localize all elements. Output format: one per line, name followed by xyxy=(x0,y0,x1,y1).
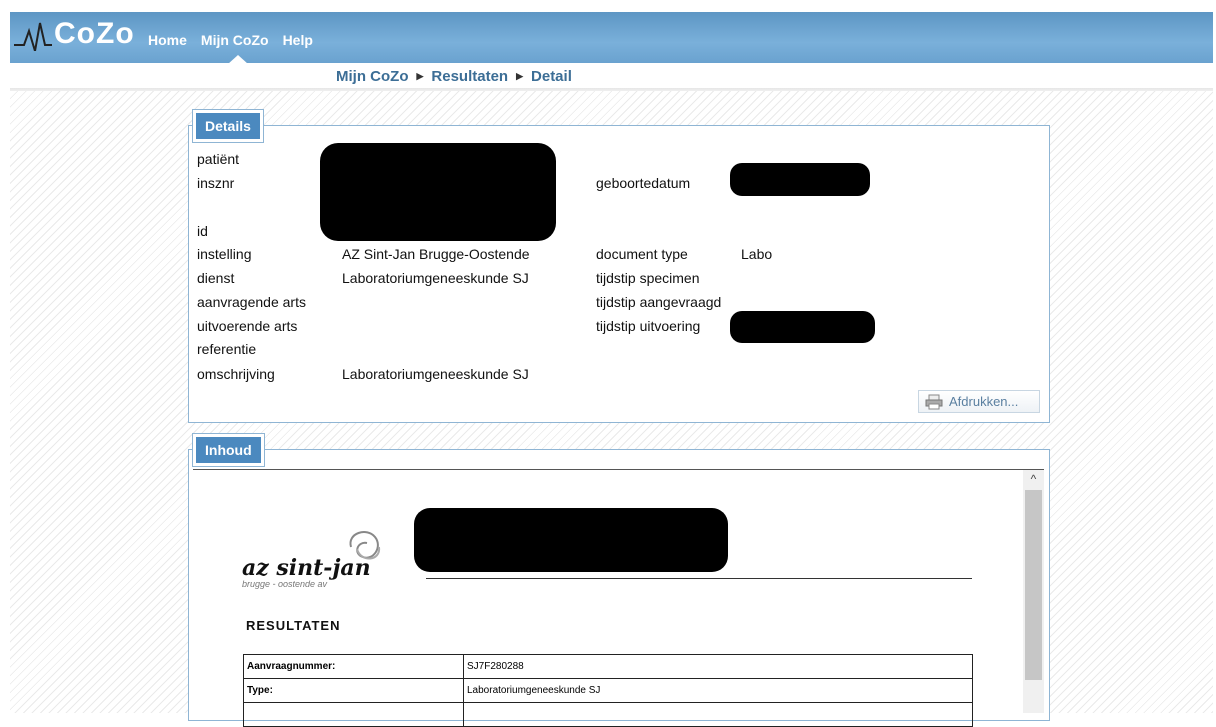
hospital-name: az sint-jan xyxy=(242,555,371,581)
table-value xyxy=(463,702,973,727)
table-row: Type: Laboratoriumgeneeskunde SJ xyxy=(243,678,973,703)
printer-icon xyxy=(925,394,943,409)
scroll-thumb[interactable] xyxy=(1025,490,1042,680)
chevron-right-icon: ▶ xyxy=(516,71,524,81)
details-legend: Details xyxy=(193,110,263,142)
document-scrollbar[interactable]: ^ xyxy=(1023,470,1044,713)
label-geboortedatum: geboortedatum xyxy=(596,175,691,191)
redacted-birthdate xyxy=(730,163,870,196)
label-instelling: instelling xyxy=(197,246,252,262)
table-row xyxy=(243,702,973,727)
redacted-execution-time xyxy=(730,311,875,343)
results-table: Aanvraagnummer: SJ7F280288 Type: Laborat… xyxy=(243,654,973,727)
results-title: RESULTATEN xyxy=(246,618,341,633)
print-button-label: Afdrukken... xyxy=(949,394,1019,409)
print-button[interactable]: Afdrukken... xyxy=(918,390,1040,413)
label-document-type: document type xyxy=(596,246,688,262)
label-uitvoerende-arts: uitvoerende arts xyxy=(197,318,298,334)
logo-text: CoZo xyxy=(54,17,135,50)
label-referentie: referentie xyxy=(197,341,257,357)
content-legend: Inhoud xyxy=(193,434,264,466)
table-key xyxy=(243,702,464,727)
value-document-type: Labo xyxy=(741,246,773,262)
table-key: Aanvraagnummer: xyxy=(243,654,464,679)
label-omschrijving: omschrijving xyxy=(197,366,275,382)
nav-mijn-cozo[interactable]: Mijn CoZo xyxy=(201,32,269,48)
nav-home[interactable]: Home xyxy=(148,32,187,48)
label-dienst: dienst xyxy=(197,270,235,286)
redacted-patient-info xyxy=(320,143,556,241)
main-nav: Home Mijn CoZo Help xyxy=(148,32,313,48)
label-id: id xyxy=(197,223,208,239)
breadcrumb: Mijn CoZo ▶ Resultaten ▶ Detail xyxy=(336,68,572,85)
value-omschrijving: Laboratoriumgeneeskunde SJ xyxy=(342,366,529,382)
label-tijdstip-uitvoering: tijdstip uitvoering xyxy=(596,318,701,334)
cozo-logo[interactable]: CoZo xyxy=(12,14,135,54)
table-value: SJ7F280288 xyxy=(463,654,973,679)
nav-help[interactable]: Help xyxy=(283,32,313,48)
value-instelling: AZ Sint-Jan Brugge-Oostende xyxy=(342,246,530,262)
label-patient: patiënt xyxy=(197,151,240,167)
label-insznr: insznr xyxy=(197,175,235,191)
breadcrumb-detail: Detail xyxy=(531,68,572,85)
chevron-right-icon: ▶ xyxy=(416,71,424,81)
top-header-bar: CoZo Home Mijn CoZo Help xyxy=(10,12,1213,64)
scroll-up-icon[interactable]: ^ xyxy=(1023,470,1044,488)
label-aanvragende-arts: aanvragende arts xyxy=(197,294,306,310)
label-tijdstip-aangevraagd: tijdstip aangevraagd xyxy=(596,294,722,310)
value-dienst: Laboratoriumgeneeskunde SJ xyxy=(342,270,529,286)
table-row: Aanvraagnummer: SJ7F280288 xyxy=(243,654,973,679)
table-key: Type: xyxy=(243,678,464,703)
hospital-logo: az sint-jan brugge - oostende av xyxy=(242,555,371,589)
redacted-document-header xyxy=(414,508,728,572)
header-divider xyxy=(426,578,972,579)
breadcrumb-bar xyxy=(10,63,1213,91)
breadcrumb-mijn-cozo[interactable]: Mijn CoZo xyxy=(336,68,408,85)
table-value: Laboratoriumgeneeskunde SJ xyxy=(463,678,973,703)
breadcrumb-resultaten[interactable]: Resultaten xyxy=(431,68,508,85)
heartbeat-icon xyxy=(14,22,52,51)
label-tijdstip-specimen: tijdstip specimen xyxy=(596,270,700,286)
